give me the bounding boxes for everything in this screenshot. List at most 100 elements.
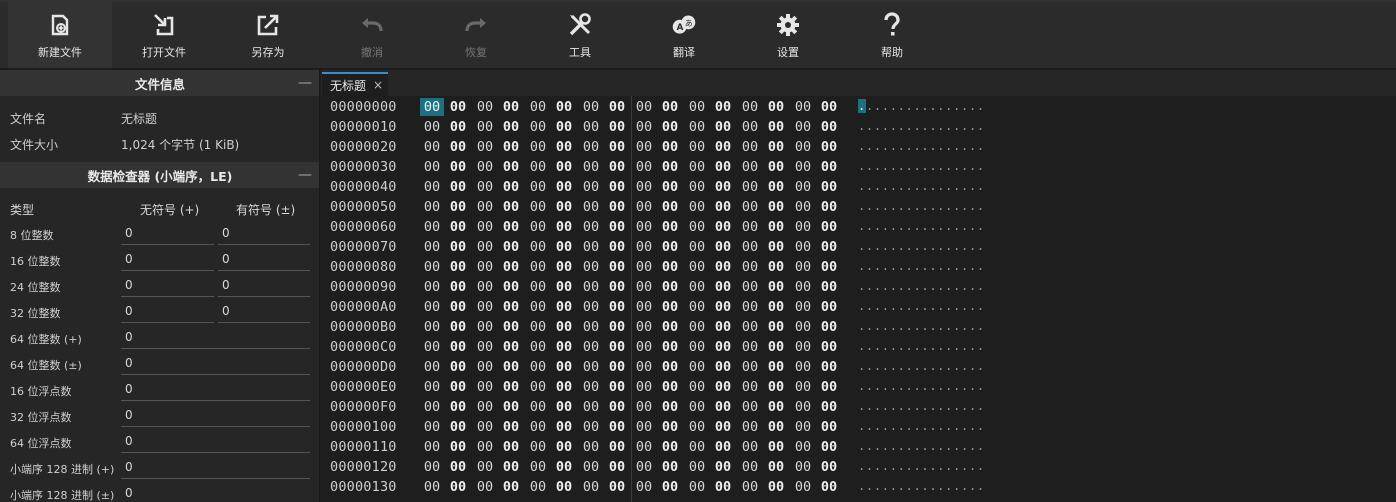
ascii-column[interactable]: ................ <box>858 479 985 493</box>
hex-byte[interactable]: 00 <box>791 198 815 216</box>
hex-byte[interactable]: 00 <box>446 458 470 476</box>
hex-byte[interactable]: 00 <box>499 378 523 396</box>
hex-byte[interactable]: 00 <box>764 358 788 376</box>
hex-byte[interactable]: 00 <box>526 98 550 116</box>
hex-byte[interactable]: 00 <box>446 218 470 236</box>
hex-byte[interactable]: 00 <box>579 258 603 276</box>
hex-byte[interactable]: 00 <box>552 358 576 376</box>
hex-byte[interactable]: 00 <box>658 98 682 116</box>
hex-byte[interactable]: 00 <box>473 218 497 236</box>
hex-byte[interactable]: 00 <box>658 238 682 256</box>
hex-byte[interactable]: 00 <box>473 338 497 356</box>
ascii-column[interactable]: ................ <box>858 319 985 333</box>
open-file-button[interactable]: 打开文件 <box>112 2 216 68</box>
hex-byte[interactable]: 00 <box>817 458 841 476</box>
hex-byte[interactable]: 00 <box>446 338 470 356</box>
hex-byte[interactable]: 00 <box>658 338 682 356</box>
ascii-column[interactable]: ................ <box>858 239 985 253</box>
tab-untitled[interactable]: 无标题 × <box>322 72 388 96</box>
hex-byte[interactable]: 00 <box>605 358 629 376</box>
hex-byte[interactable]: 00 <box>526 118 550 136</box>
hex-byte[interactable]: 00 <box>632 478 656 496</box>
hex-byte[interactable]: 00 <box>526 158 550 176</box>
hex-byte[interactable]: 00 <box>738 178 762 196</box>
ascii-column[interactable]: ................ <box>858 119 985 133</box>
hex-byte[interactable]: 00 <box>420 378 444 396</box>
hex-byte[interactable]: 00 <box>499 398 523 416</box>
hex-byte[interactable]: 00 <box>738 398 762 416</box>
hex-byte[interactable]: 00 <box>446 158 470 176</box>
hex-byte[interactable]: 00 <box>579 478 603 496</box>
hex-byte[interactable]: 00 <box>579 418 603 436</box>
hex-byte[interactable]: 00 <box>632 238 656 256</box>
hex-byte[interactable]: 00 <box>473 358 497 376</box>
hex-byte[interactable]: 00 <box>420 458 444 476</box>
hex-byte[interactable]: 00 <box>711 358 735 376</box>
hex-byte[interactable]: 00 <box>473 138 497 156</box>
hex-byte[interactable]: 00 <box>685 438 709 456</box>
hex-byte[interactable]: 00 <box>711 318 735 336</box>
hex-byte[interactable]: 00 <box>499 118 523 136</box>
hex-byte[interactable]: 00 <box>499 338 523 356</box>
save-as-button[interactable]: 另存为 <box>216 2 320 68</box>
hex-byte[interactable]: 00 <box>738 318 762 336</box>
int32-signed-field[interactable]: 0 <box>218 301 310 323</box>
hex-byte[interactable]: 00 <box>711 238 735 256</box>
float64-field[interactable]: 0 <box>121 431 310 453</box>
hex-byte[interactable]: 00 <box>817 338 841 356</box>
hex-byte[interactable]: 00 <box>685 138 709 156</box>
hex-byte[interactable]: 00 <box>446 358 470 376</box>
hex-byte[interactable]: 00 <box>605 258 629 276</box>
hex-byte[interactable]: 00 <box>605 198 629 216</box>
hex-byte[interactable]: 00 <box>526 238 550 256</box>
hex-byte[interactable]: 00 <box>552 378 576 396</box>
hex-byte[interactable]: 00 <box>685 178 709 196</box>
hex-byte[interactable]: 00 <box>791 398 815 416</box>
hex-byte[interactable]: 00 <box>817 138 841 156</box>
hex-byte[interactable]: 00 <box>764 138 788 156</box>
hex-byte[interactable]: 00 <box>738 438 762 456</box>
hex-byte[interactable]: 00 <box>473 278 497 296</box>
hex-byte[interactable]: 00 <box>579 158 603 176</box>
hex-byte[interactable]: 00 <box>764 118 788 136</box>
hex-byte[interactable]: 00 <box>764 98 788 116</box>
hex-byte[interactable]: 00 <box>632 398 656 416</box>
hex-byte[interactable]: 00 <box>817 178 841 196</box>
hex-byte[interactable]: 00 <box>658 118 682 136</box>
hex-byte[interactable]: 00 <box>420 258 444 276</box>
hex-byte[interactable]: 00 <box>420 318 444 336</box>
hex-byte[interactable]: 00 <box>473 198 497 216</box>
hex-byte[interactable]: 00 <box>791 378 815 396</box>
hex-byte[interactable]: 00 <box>764 478 788 496</box>
hex-byte[interactable]: 00 <box>791 438 815 456</box>
hex-byte[interactable]: 00 <box>446 438 470 456</box>
ascii-column[interactable]: ................ <box>858 299 985 313</box>
hex-byte[interactable]: 00 <box>658 298 682 316</box>
hex-byte[interactable]: 00 <box>817 258 841 276</box>
hex-byte[interactable]: 00 <box>817 418 841 436</box>
hex-byte[interactable]: 00 <box>685 118 709 136</box>
hex-byte[interactable]: 00 <box>738 198 762 216</box>
ascii-column[interactable]: ................ <box>858 359 985 373</box>
hex-byte[interactable]: 00 <box>711 158 735 176</box>
hex-byte[interactable]: 00 <box>711 418 735 436</box>
hex-byte[interactable]: 00 <box>764 438 788 456</box>
hex-byte[interactable]: 00 <box>791 318 815 336</box>
hex-byte[interactable]: 00 <box>420 418 444 436</box>
hex-byte[interactable]: 00 <box>632 378 656 396</box>
hex-byte[interactable]: 00 <box>446 198 470 216</box>
hex-byte[interactable]: 00 <box>552 298 576 316</box>
hex-byte[interactable]: 00 <box>579 238 603 256</box>
hex-byte[interactable]: 00 <box>473 98 497 116</box>
hex-byte[interactable]: 00 <box>579 298 603 316</box>
hex-byte[interactable]: 00 <box>605 218 629 236</box>
hex-byte[interactable]: 00 <box>473 378 497 396</box>
hex-byte[interactable]: 00 <box>632 178 656 196</box>
hex-byte[interactable]: 00 <box>817 478 841 496</box>
hex-byte[interactable]: 00 <box>738 338 762 356</box>
hex-byte[interactable]: 00 <box>420 218 444 236</box>
data-inspector-header[interactable]: 数据检查器 (小端序，LE) — <box>0 162 319 188</box>
hex-byte[interactable]: 00 <box>420 398 444 416</box>
hex-byte[interactable]: 00 <box>738 158 762 176</box>
hex-byte[interactable]: 00 <box>658 318 682 336</box>
